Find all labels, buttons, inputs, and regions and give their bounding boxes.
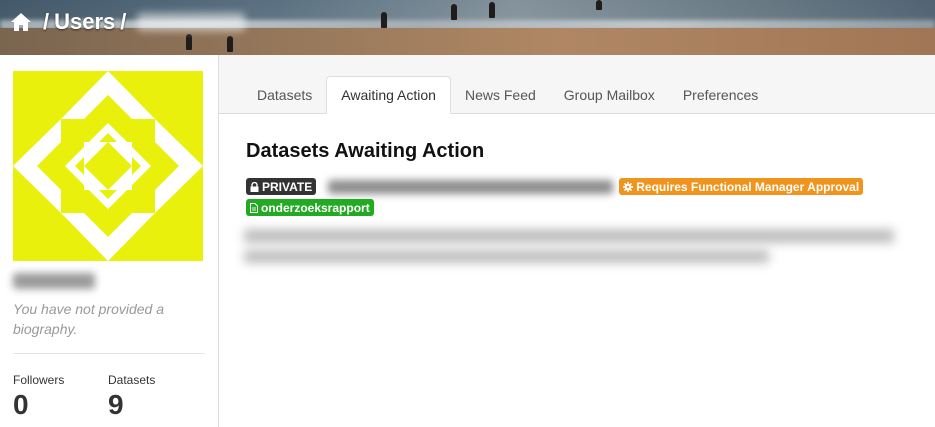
dataset-description-blurred bbox=[244, 250, 769, 263]
gear-icon bbox=[623, 181, 634, 192]
profile-sidebar: You have not provided a biography. Follo… bbox=[0, 55, 219, 427]
tab-group-mailbox[interactable]: Group Mailbox bbox=[550, 76, 669, 113]
dataset-title-link[interactable] bbox=[328, 179, 614, 194]
home-icon[interactable] bbox=[10, 12, 32, 32]
dataset-tags: onderzoeksrapport bbox=[246, 199, 374, 218]
username-blurred bbox=[13, 273, 95, 289]
banner-figure bbox=[489, 2, 495, 18]
lock-icon bbox=[250, 181, 259, 192]
tag-label: onderzoeksrapport bbox=[261, 200, 370, 215]
datasets-count: 9 bbox=[108, 389, 124, 420]
page-title: Datasets Awaiting Action bbox=[246, 140, 485, 162]
breadcrumb-separator: / bbox=[120, 9, 127, 34]
followers-count: 0 bbox=[13, 389, 29, 420]
approval-status-badge: Requires Functional Manager Approval bbox=[619, 178, 864, 195]
tab-bar: Datasets Awaiting Action News Feed Group… bbox=[219, 55, 935, 114]
header-banner: / Users / bbox=[0, 0, 935, 55]
approval-status-label: Requires Functional Manager Approval bbox=[636, 179, 860, 194]
tab-news-feed[interactable]: News Feed bbox=[451, 76, 550, 113]
followers-stat: Followers 0 bbox=[13, 373, 64, 421]
banner-figure bbox=[227, 36, 233, 52]
banner-figure bbox=[451, 4, 457, 20]
breadcrumb: / Users / bbox=[10, 8, 246, 36]
avatar bbox=[13, 71, 203, 261]
banner-figure bbox=[596, 0, 602, 10]
user-bio: You have not provided a biography. bbox=[13, 301, 165, 337]
breadcrumb-users-link[interactable]: Users bbox=[54, 9, 115, 35]
followers-label: Followers bbox=[13, 373, 65, 387]
tab-preferences[interactable]: Preferences bbox=[669, 76, 772, 113]
datasets-label: Datasets bbox=[108, 373, 156, 387]
breadcrumb-separator: / bbox=[43, 9, 50, 34]
private-label: PRIVATE bbox=[262, 179, 313, 194]
private-badge: PRIVATE bbox=[246, 178, 317, 195]
tab-datasets[interactable]: Datasets bbox=[243, 76, 326, 113]
tab-list: Datasets Awaiting Action News Feed Group… bbox=[243, 76, 772, 114]
tab-awaiting-action[interactable]: Awaiting Action bbox=[326, 76, 451, 114]
datasets-stat: Datasets 9 bbox=[108, 373, 155, 421]
banner-figure bbox=[381, 12, 387, 28]
main-content: Datasets Awaiting Action News Feed Group… bbox=[219, 55, 935, 427]
breadcrumb-user-blurred[interactable] bbox=[137, 13, 246, 31]
tag-badge[interactable]: onderzoeksrapport bbox=[246, 199, 374, 216]
file-icon bbox=[250, 202, 258, 213]
banner-figure bbox=[186, 34, 192, 50]
dataset-heading-row: PRIVATE Requires Functional Manager Appr… bbox=[246, 178, 864, 195]
sidebar-divider bbox=[13, 353, 205, 354]
dataset-description-blurred bbox=[244, 229, 894, 243]
